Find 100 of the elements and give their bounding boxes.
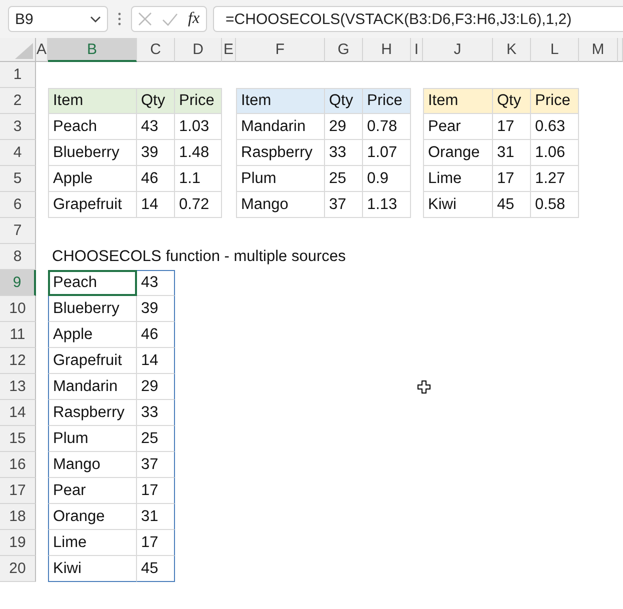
table-cell: 25: [137, 426, 175, 452]
column-header[interactable]: F: [236, 38, 325, 62]
row-header[interactable]: 19: [0, 530, 36, 556]
section-title: CHOOSECOLS function - multiple sources: [51, 247, 347, 267]
table-cell: 17: [137, 530, 175, 556]
table-cell: 33: [325, 140, 363, 166]
table-cell: 14: [137, 192, 175, 218]
cancel-icon[interactable]: [138, 12, 152, 26]
triangle-icon: [15, 43, 33, 59]
table-cell: Lime: [48, 530, 137, 556]
table-cell: Peach: [48, 270, 137, 296]
table-cell: 25: [325, 166, 363, 192]
table-cell: Orange: [48, 504, 137, 530]
table-cell: 0.78: [363, 114, 411, 140]
column-header[interactable]: I: [411, 38, 423, 62]
table-cell: 33: [137, 400, 175, 426]
table-cell: 39: [137, 140, 175, 166]
table-header-cell: Price: [175, 88, 222, 114]
column-header[interactable]: B: [48, 38, 137, 62]
table-header-cell: Item: [423, 88, 493, 114]
table-cell: Apple: [48, 166, 137, 192]
row-header[interactable]: 14: [0, 400, 36, 426]
row-header[interactable]: 3: [0, 114, 36, 140]
table-cell: 14: [137, 348, 175, 374]
table-header-cell: Item: [48, 88, 137, 114]
column-header[interactable]: G: [325, 38, 363, 62]
table-cell: 0.58: [531, 192, 579, 218]
table-cell: Raspberry: [236, 140, 325, 166]
table-cell: 37: [325, 192, 363, 218]
table-cell: 17: [137, 478, 175, 504]
table-cell: 1.13: [363, 192, 411, 218]
select-all-button[interactable]: [0, 38, 36, 62]
row-header[interactable]: 4: [0, 140, 36, 166]
table-header-cell: Price: [531, 88, 579, 114]
table-cell: Mandarin: [236, 114, 325, 140]
name-box[interactable]: B9: [8, 6, 108, 32]
row-header[interactable]: 5: [0, 166, 36, 192]
table-cell: 0.63: [531, 114, 579, 140]
row-header[interactable]: 7: [0, 218, 36, 244]
table-cell: 29: [325, 114, 363, 140]
table-cell: Pear: [423, 114, 493, 140]
table-cell: Plum: [48, 426, 137, 452]
column-header[interactable]: H: [363, 38, 411, 62]
table-cell: 43: [137, 114, 175, 140]
table-cell: 17: [493, 114, 531, 140]
column-header[interactable]: K: [493, 38, 531, 62]
table-cell: Grapefruit: [48, 192, 137, 218]
table-cell: 1.03: [175, 114, 222, 140]
table-cell: 46: [137, 166, 175, 192]
column-header[interactable]: A: [36, 38, 48, 62]
table-cell: Kiwi: [48, 556, 137, 582]
row-header[interactable]: 17: [0, 478, 36, 504]
table-cell: Grapefruit: [48, 348, 137, 374]
row-header[interactable]: 18: [0, 504, 36, 530]
table-cell: 1.27: [531, 166, 579, 192]
row-header[interactable]: 1: [0, 62, 36, 88]
table-cell: Pear: [48, 478, 137, 504]
row-header[interactable]: 2: [0, 88, 36, 114]
column-header[interactable]: C: [137, 38, 175, 62]
column-header[interactable]: E: [222, 38, 236, 62]
column-header[interactable]: L: [531, 38, 579, 62]
table-header-cell: Qty: [325, 88, 363, 114]
table-cell: Apple: [48, 322, 137, 348]
table-cell: 1.1: [175, 166, 222, 192]
column-header[interactable]: J: [423, 38, 493, 62]
row-header[interactable]: 10: [0, 296, 36, 322]
caret-icon: [90, 16, 101, 22]
table-header-cell: Item: [236, 88, 325, 114]
table-cell: 1.07: [363, 140, 411, 166]
column-header[interactable]: M: [579, 38, 618, 62]
table-cell: Orange: [423, 140, 493, 166]
row-header[interactable]: 11: [0, 322, 36, 348]
row-header[interactable]: 6: [0, 192, 36, 218]
insert-function-button[interactable]: fx: [188, 10, 200, 28]
table-cell: Lime: [423, 166, 493, 192]
column-header[interactable]: D: [175, 38, 222, 62]
table-cell: 31: [493, 140, 531, 166]
table-cell: 1.48: [175, 140, 222, 166]
row-header[interactable]: 13: [0, 374, 36, 400]
table-cell: Mandarin: [48, 374, 137, 400]
table-cell: 45: [137, 556, 175, 582]
table-cell: 46: [137, 322, 175, 348]
table-header-cell: Qty: [137, 88, 175, 114]
table-cell: 17: [493, 166, 531, 192]
table-header-cell: Qty: [493, 88, 531, 114]
row-header[interactable]: 12: [0, 348, 36, 374]
table-cell: 39: [137, 296, 175, 322]
more-icon[interactable]: [118, 12, 121, 26]
table-cell: Mango: [48, 452, 137, 478]
table-cell: 43: [137, 270, 175, 296]
row-header[interactable]: 9: [0, 270, 36, 296]
row-header[interactable]: 20: [0, 556, 36, 582]
table-cell: 45: [493, 192, 531, 218]
formula-field[interactable]: =CHOOSECOLS(VSTACK(B3:D6,F3:H6,J3:L6),1,2): [212, 6, 623, 32]
cursor-icon: [417, 380, 431, 394]
table-cell: Peach: [48, 114, 137, 140]
check-icon[interactable]: [162, 12, 178, 26]
row-header[interactable]: 15: [0, 426, 36, 452]
row-header[interactable]: 8: [0, 244, 36, 270]
row-header[interactable]: 16: [0, 452, 36, 478]
